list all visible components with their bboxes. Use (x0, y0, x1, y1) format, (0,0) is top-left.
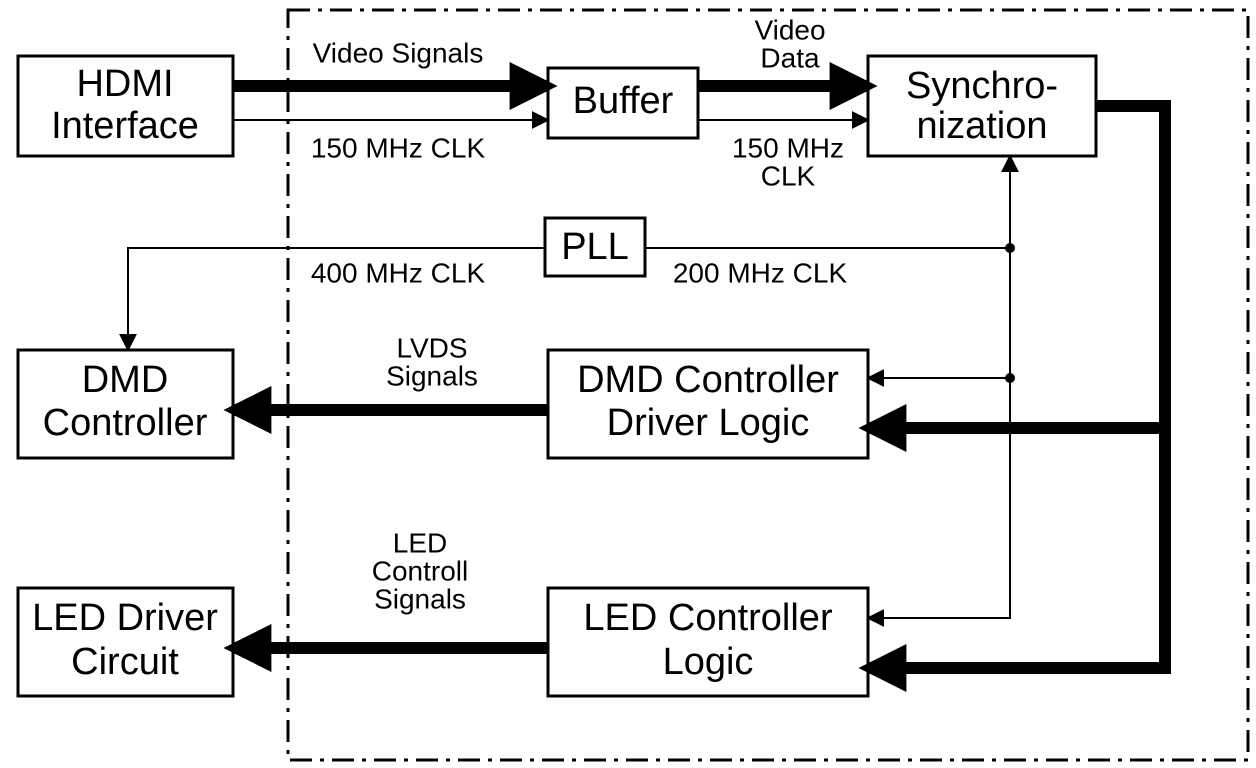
label-clk150b2: CLK (761, 160, 816, 191)
hdmi-interface-block: HDMI Interface (18, 56, 233, 156)
label-clk200: 200 MHz CLK (673, 257, 848, 288)
label-lvds2: Signals (386, 360, 478, 391)
sync-block: Synchro- nization (868, 56, 1096, 156)
buffer-block: Buffer (548, 68, 698, 138)
led-controller-logic-block: LED Controller Logic (548, 588, 868, 696)
leddrv-line1: LED Driver (32, 597, 218, 639)
label-lvds1: LVDS (396, 332, 467, 363)
label-video-signals: Video Signals (313, 37, 484, 68)
label-led1: LED (393, 527, 447, 558)
label-clk400: 400 MHz CLK (311, 257, 486, 288)
hdmi-line2: Interface (51, 105, 199, 147)
label-video-data2: Data (760, 42, 820, 73)
dmddrv-line2: Driver Logic (607, 402, 810, 444)
pll-block: PLL (545, 218, 645, 276)
label-clk150a: 150 MHz CLK (311, 132, 486, 163)
label-clk150b1: 150 MHz (732, 132, 844, 163)
sync-line1: Synchro- (906, 65, 1058, 107)
dmd-controller-block: DMD Controller (18, 350, 233, 458)
block-diagram: HDMI Interface Buffer Synchro- nization … (0, 0, 1256, 768)
arrow-clk200-ledctl (868, 378, 1010, 618)
led-driver-circuit-block: LED Driver Circuit (18, 588, 233, 696)
pll-line1: PLL (561, 226, 629, 268)
ledctl-line2: Logic (663, 641, 754, 683)
sync-line2: nization (917, 105, 1048, 147)
leddrv-line2: Circuit (71, 641, 179, 683)
arrow-clk200-dmddrv (868, 248, 1010, 378)
dmdctl-line2: Controller (43, 402, 208, 444)
arrow-sync-ledctl (868, 106, 1165, 668)
ledctl-line1: LED Controller (583, 597, 833, 639)
dmdctl-line1: DMD (82, 359, 169, 401)
dmddrv-line1: DMD Controller (577, 359, 839, 401)
label-led2: Controll (372, 555, 468, 586)
label-video-data1: Video (754, 14, 825, 45)
dmd-driver-logic-block: DMD Controller Driver Logic (548, 350, 868, 458)
hdmi-line1: HDMI (76, 63, 173, 105)
label-led3: Signals (374, 583, 466, 614)
buffer-line1: Buffer (573, 80, 674, 122)
